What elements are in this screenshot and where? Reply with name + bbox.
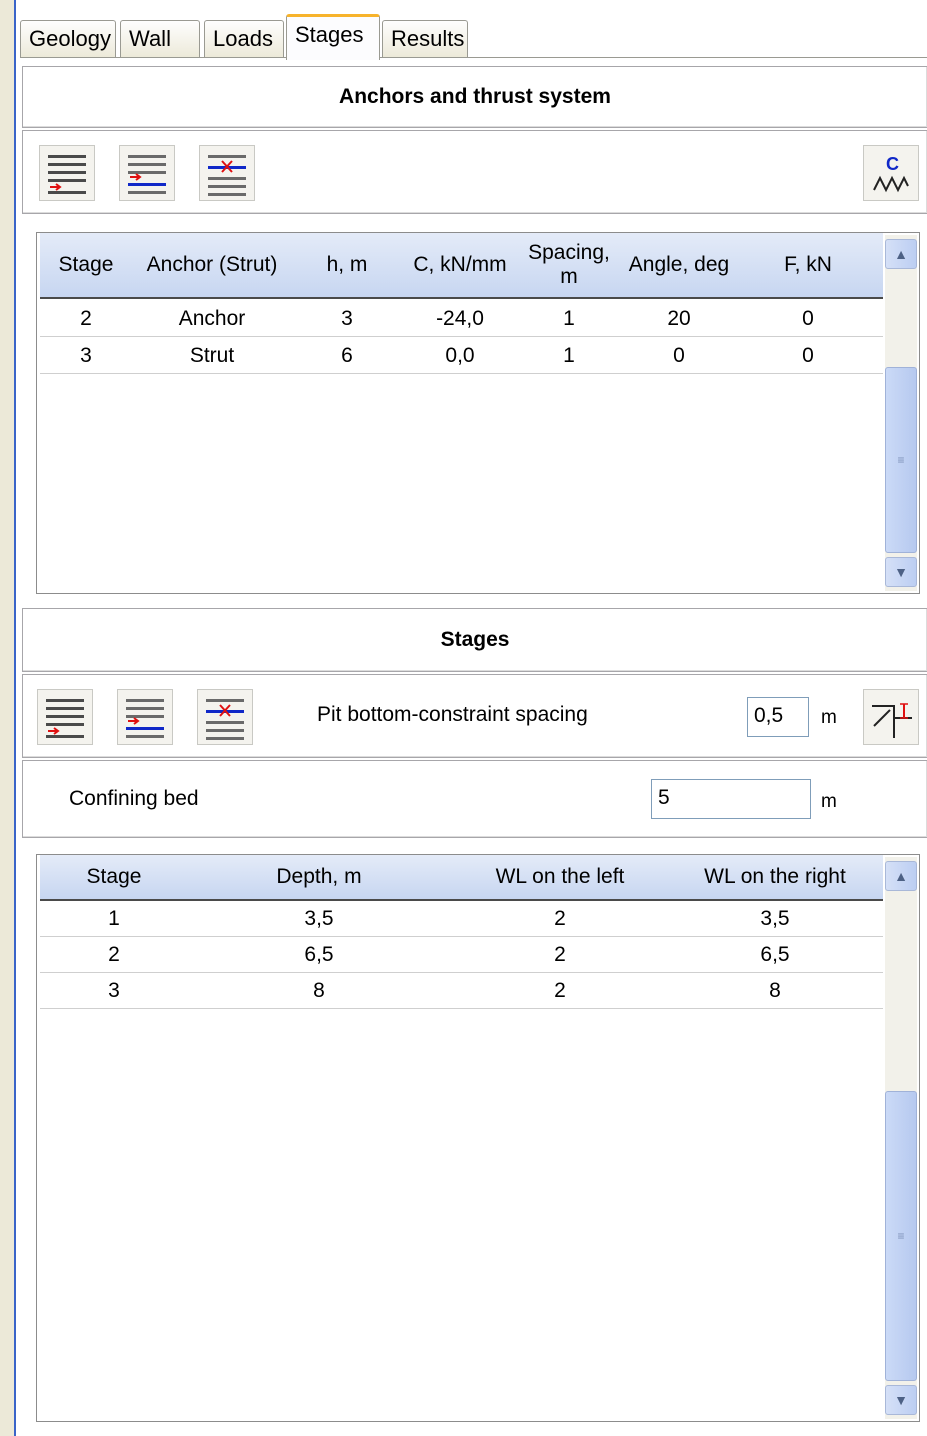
stages-delete-row-button[interactable] — [197, 689, 253, 745]
cell-spacing[interactable]: 1 — [518, 338, 620, 374]
tab-wall[interactable]: Wall — [120, 20, 200, 58]
spring-stiffness-icon: C — [873, 154, 909, 193]
col-h[interactable]: h, m — [292, 233, 402, 297]
scroll-thumb[interactable]: ≡ — [885, 367, 917, 553]
scroll-up-button[interactable]: ▲ — [885, 861, 917, 891]
anchors-table[interactable]: Stage Anchor (Strut) h, m C, kN/mm Spaci… — [36, 232, 920, 594]
stiffness-button[interactable]: C — [863, 145, 919, 201]
left-edge-bar — [0, 0, 16, 1436]
add-row-icon — [48, 155, 86, 194]
pit-spacing-input[interactable]: 0,5 — [747, 697, 809, 737]
tab-strip: Geology Wall Loads Stages Results — [20, 14, 480, 60]
anchors-insert-row-button[interactable] — [119, 145, 175, 201]
insert-row-icon — [128, 155, 166, 194]
tab-stages[interactable]: Stages — [286, 14, 380, 60]
cell-h[interactable]: 6 — [292, 338, 402, 374]
scroll-down-button[interactable]: ▼ — [885, 1385, 917, 1415]
cell-angle[interactable]: 0 — [620, 338, 738, 374]
cell-wl-left[interactable]: 2 — [450, 937, 670, 973]
table-row[interactable]: 3 Strut 6 0,0 1 0 0 — [40, 338, 883, 374]
add-row-icon — [46, 699, 84, 738]
anchors-title: Anchors and thrust system — [339, 85, 611, 108]
cell-stage[interactable]: 2 — [40, 937, 188, 973]
cell-h[interactable]: 3 — [292, 301, 402, 337]
pit-spacing-label: Pit bottom-constraint spacing — [317, 703, 588, 726]
anchors-add-row-button[interactable] — [39, 145, 95, 201]
col-f[interactable]: F, kN — [738, 233, 878, 297]
stages-scrollbar[interactable]: ▲ ≡ ▼ — [885, 857, 917, 1419]
col-stage[interactable]: Stage — [40, 233, 132, 297]
col-wl-right[interactable]: WL on the right — [670, 855, 880, 899]
confining-bed-unit: m — [821, 791, 837, 812]
tab-geology[interactable]: Geology — [20, 20, 116, 58]
col-depth[interactable]: Depth, m — [188, 855, 450, 899]
scroll-thumb[interactable]: ≡ — [885, 1091, 917, 1381]
cell-wl-right[interactable]: 3,5 — [670, 901, 880, 937]
cell-wl-right[interactable]: 6,5 — [670, 937, 880, 973]
col-wl-left[interactable]: WL on the left — [450, 855, 670, 899]
stages-toolbar: Pit bottom-constraint spacing 0,5 m — [22, 674, 927, 758]
col-c[interactable]: C, kN/mm — [402, 233, 518, 297]
confining-bed-input[interactable]: 5 — [651, 779, 811, 819]
stages-insert-row-button[interactable] — [117, 689, 173, 745]
cell-depth[interactable]: 8 — [188, 973, 450, 1009]
col-angle[interactable]: Angle, deg — [620, 233, 738, 297]
cell-depth[interactable]: 6,5 — [188, 937, 450, 973]
cell-stage[interactable]: 2 — [40, 301, 132, 337]
cell-c[interactable]: 0,0 — [402, 338, 518, 374]
insert-row-icon — [126, 699, 164, 738]
stages-table[interactable]: Stage Depth, m WL on the left WL on the … — [36, 854, 920, 1422]
tab-loads[interactable]: Loads — [204, 20, 284, 58]
stages-title: Stages — [440, 628, 510, 651]
scroll-up-button[interactable]: ▲ — [885, 239, 917, 269]
cell-c[interactable]: -24,0 — [402, 301, 518, 337]
anchors-delete-row-button[interactable] — [199, 145, 255, 201]
cell-wl-left[interactable]: 2 — [450, 973, 670, 1009]
anchors-title-panel: Anchors and thrust system — [22, 66, 927, 128]
pit-spacing-unit: m — [821, 707, 837, 728]
cell-f[interactable]: 0 — [738, 338, 878, 374]
table-row[interactable]: 3 8 2 8 — [40, 973, 883, 1009]
tab-results[interactable]: Results — [382, 20, 468, 58]
delete-row-icon — [208, 155, 246, 196]
cell-stage[interactable]: 3 — [40, 973, 188, 1009]
confining-bed-label: Confining bed — [69, 787, 199, 810]
cell-angle[interactable]: 20 — [620, 301, 738, 337]
cell-spacing[interactable]: 1 — [518, 301, 620, 337]
cell-stage[interactable]: 3 — [40, 338, 132, 374]
col-anchor-strut[interactable]: Anchor (Strut) — [132, 233, 292, 297]
confining-bed-panel: Confining bed 5 m — [22, 760, 927, 838]
anchors-scrollbar[interactable]: ▲ ≡ ▼ — [885, 235, 917, 591]
col-stage[interactable]: Stage — [40, 855, 188, 899]
cell-stage[interactable]: 1 — [40, 901, 188, 937]
anchors-table-header: Stage Anchor (Strut) h, m C, kN/mm Spaci… — [40, 233, 883, 299]
scroll-down-button[interactable]: ▼ — [885, 557, 917, 587]
col-spacing[interactable]: Spacing, m — [518, 233, 620, 297]
table-row[interactable]: 1 3,5 2 3,5 — [40, 901, 883, 937]
cell-wl-left[interactable]: 2 — [450, 901, 670, 937]
cell-depth[interactable]: 3,5 — [188, 901, 450, 937]
cell-anchor-strut[interactable]: Strut — [132, 338, 292, 374]
cell-wl-right[interactable]: 8 — [670, 973, 880, 1009]
stages-table-header: Stage Depth, m WL on the left WL on the … — [40, 855, 883, 901]
stages-title-panel: Stages — [22, 608, 927, 672]
cell-anchor-strut[interactable]: Anchor — [132, 301, 292, 337]
cell-f[interactable]: 0 — [738, 301, 878, 337]
tab-divider — [20, 57, 927, 58]
delete-row-icon — [206, 699, 244, 740]
pit-constraint-button[interactable] — [863, 689, 919, 745]
pit-constraint-icon — [872, 703, 912, 738]
svg-text:C: C — [886, 154, 899, 174]
anchors-toolbar: C — [22, 130, 927, 214]
table-row[interactable]: 2 Anchor 3 -24,0 1 20 0 — [40, 301, 883, 337]
stages-add-row-button[interactable] — [37, 689, 93, 745]
table-row[interactable]: 2 6,5 2 6,5 — [40, 937, 883, 973]
